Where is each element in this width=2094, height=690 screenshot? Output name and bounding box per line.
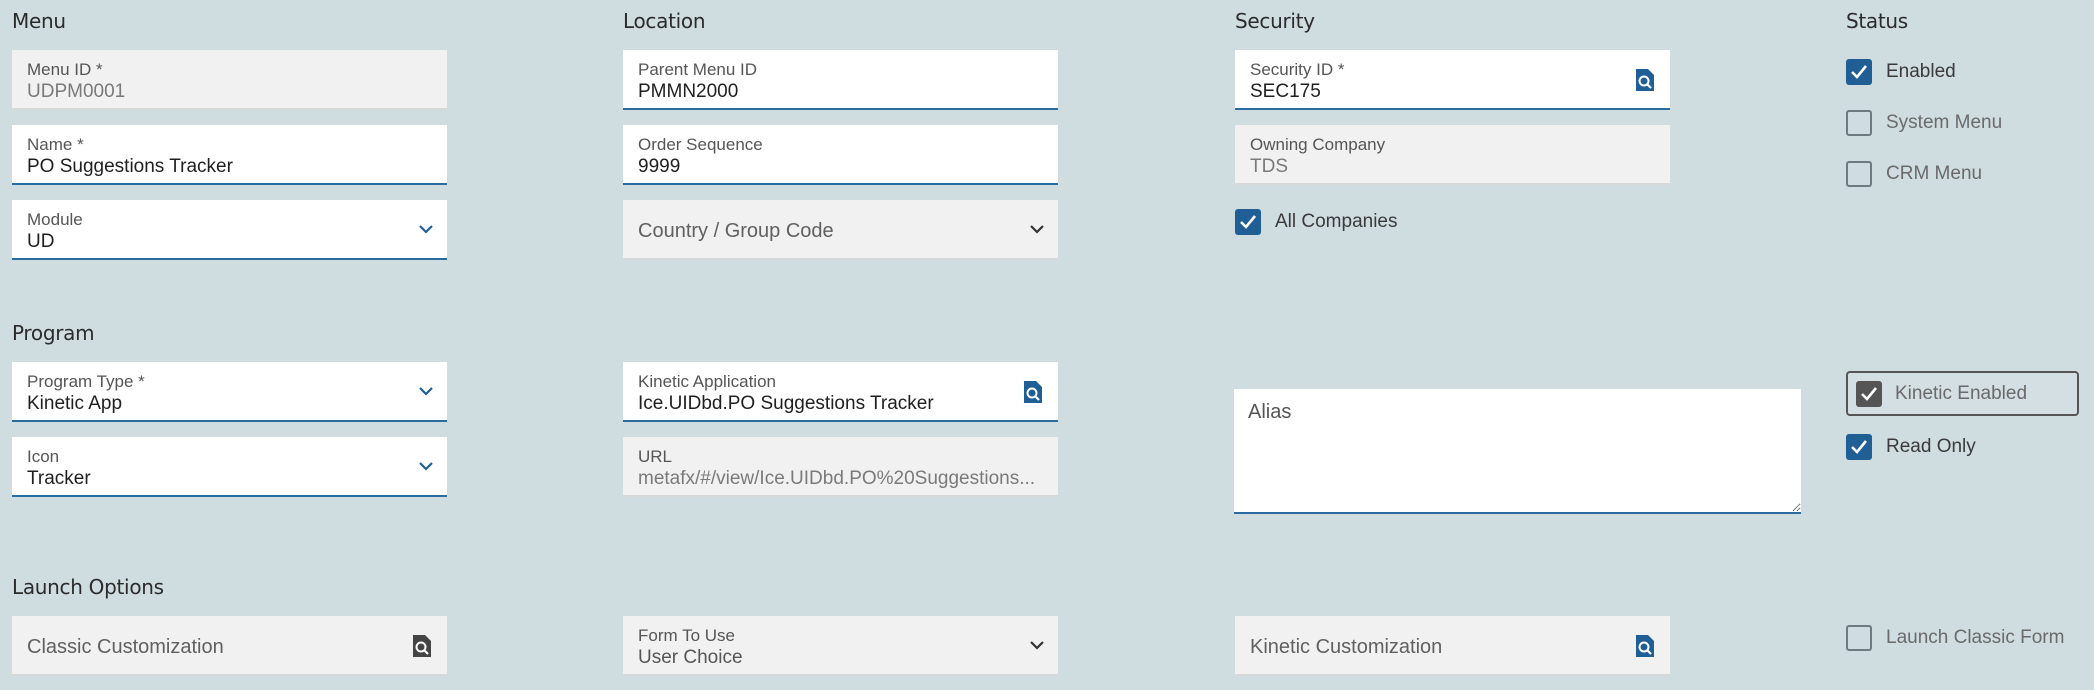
module-dropdown[interactable]: Module UD: [12, 200, 447, 260]
country-group-code-placeholder: Country / Group Code: [638, 220, 834, 242]
icon-value: Tracker: [27, 468, 91, 489]
icon-dropdown[interactable]: Icon Tracker: [12, 437, 447, 497]
name-field[interactable]: Name * PO Suggestions Tracker: [12, 125, 447, 185]
menu-id-label: Menu ID *: [27, 60, 103, 79]
kinetic-customization-field[interactable]: Kinetic Customization: [1235, 616, 1670, 676]
section-title-program: Program: [12, 321, 95, 345]
form-to-use-value: User Choice: [638, 647, 743, 668]
all-companies-label: All Companies: [1275, 211, 1398, 232]
url-value: metafx/#/view/Ice.UIDbd.PO%20Suggestions…: [638, 468, 1036, 489]
checkmark-icon: [1851, 440, 1868, 454]
chevron-down-icon[interactable]: [419, 384, 433, 398]
url-field[interactable]: URL metafx/#/view/Ice.UIDbd.PO%20Suggest…: [623, 437, 1058, 497]
section-title-menu: Menu: [12, 9, 66, 33]
kinetic-application-label: Kinetic Application: [638, 372, 776, 391]
owning-company-value: TDS: [1250, 156, 1288, 177]
security-id-field[interactable]: Security ID * SEC175: [1235, 50, 1670, 110]
launch-classic-form-checkbox[interactable]: [1846, 625, 1872, 651]
kinetic-enabled-checkbox[interactable]: [1856, 381, 1882, 407]
name-label: Name *: [27, 135, 84, 154]
enabled-label: Enabled: [1886, 61, 1956, 82]
section-title-location: Location: [623, 9, 706, 33]
module-value: UD: [27, 231, 55, 252]
checkmark-icon: [1240, 215, 1257, 229]
system-menu-checkbox[interactable]: [1846, 110, 1872, 136]
section-title-status: Status: [1846, 9, 1908, 33]
name-value: PO Suggestions Tracker: [27, 156, 233, 177]
parent-menu-id-label: Parent Menu ID: [638, 60, 758, 79]
kinetic-application-field[interactable]: Kinetic Application Ice.UIDbd.PO Suggest…: [623, 362, 1058, 422]
search-document-icon[interactable]: [1634, 634, 1656, 658]
read-only-label: Read Only: [1886, 436, 1976, 457]
section-title-security: Security: [1235, 9, 1315, 33]
crm-menu-checkbox[interactable]: [1846, 161, 1872, 187]
chevron-down-icon[interactable]: [1030, 222, 1044, 236]
form-to-use-label: Form To Use: [638, 626, 735, 645]
all-companies-checkbox[interactable]: [1235, 209, 1261, 235]
chevron-down-icon[interactable]: [419, 222, 433, 236]
kinetic-application-value: Ice.UIDbd.PO Suggestions Tracker: [638, 393, 934, 414]
classic-customization-placeholder: Classic Customization: [27, 636, 224, 658]
country-group-code-dropdown[interactable]: Country / Group Code: [623, 200, 1058, 260]
kinetic-enabled-label: Kinetic Enabled: [1895, 383, 2028, 404]
form-to-use-dropdown[interactable]: Form To Use User Choice: [623, 616, 1058, 676]
section-title-launch-options: Launch Options: [12, 575, 164, 599]
program-type-value: Kinetic App: [27, 393, 123, 414]
program-type-dropdown[interactable]: Program Type * Kinetic App: [12, 362, 447, 422]
alias-textarea[interactable]: [1234, 389, 1801, 514]
icon-label: Icon: [27, 447, 60, 466]
order-sequence-field[interactable]: Order Sequence 9999: [623, 125, 1058, 185]
system-menu-label: System Menu: [1886, 112, 2003, 133]
parent-menu-id-value: PMMN2000: [638, 81, 739, 102]
security-id-value: SEC175: [1250, 81, 1321, 102]
search-document-icon[interactable]: [1022, 380, 1044, 404]
launch-classic-form-label: Launch Classic Form: [1886, 627, 2065, 648]
menu-id-field[interactable]: Menu ID * UDPM0001: [12, 50, 447, 110]
program-type-label: Program Type *: [27, 372, 145, 391]
order-sequence-value: 9999: [638, 156, 681, 177]
module-label: Module: [27, 210, 83, 229]
chevron-down-icon[interactable]: [419, 459, 433, 473]
search-document-icon[interactable]: [411, 634, 433, 658]
owning-company-field[interactable]: Owning Company TDS: [1235, 125, 1670, 185]
url-label: URL: [638, 447, 673, 466]
parent-menu-id-field[interactable]: Parent Menu ID PMMN2000: [623, 50, 1058, 110]
security-id-label: Security ID *: [1250, 60, 1345, 79]
order-sequence-label: Order Sequence: [638, 135, 763, 154]
enabled-checkbox[interactable]: [1846, 59, 1872, 85]
read-only-checkbox[interactable]: [1846, 434, 1872, 460]
checkmark-icon: [1861, 387, 1878, 401]
crm-menu-label: CRM Menu: [1886, 163, 1983, 184]
chevron-down-icon[interactable]: [1030, 638, 1044, 652]
checkmark-icon: [1851, 65, 1868, 79]
owning-company-label: Owning Company: [1250, 135, 1386, 154]
classic-customization-field[interactable]: Classic Customization: [12, 616, 447, 676]
search-document-icon[interactable]: [1634, 68, 1656, 92]
menu-id-value: UDPM0001: [27, 81, 126, 102]
kinetic-customization-placeholder: Kinetic Customization: [1250, 636, 1443, 658]
